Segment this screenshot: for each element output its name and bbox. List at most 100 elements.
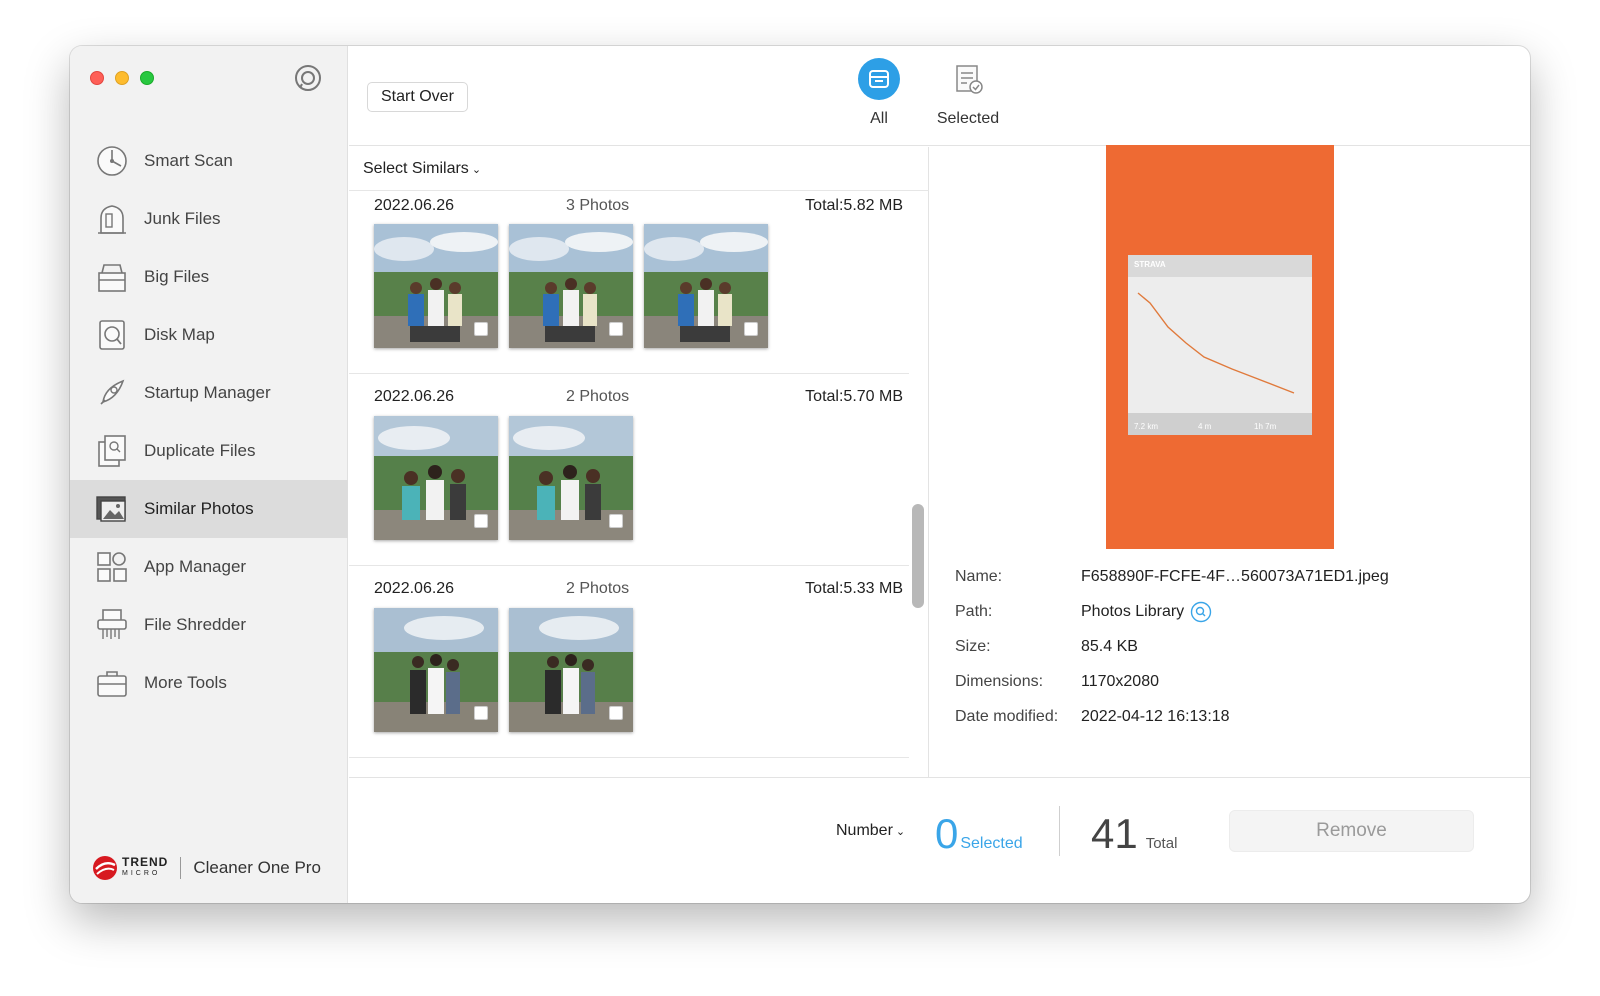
stat-elevation: 4 m [1198,422,1212,431]
group-total-size: Total:5.82 MB [805,197,903,214]
group-date: 2022.06.26 [374,197,455,214]
app-window: Smart Scan Junk Files Big Files Disk Map… [70,46,1530,903]
big-files-icon [94,259,130,295]
sidebar-nav: Smart Scan Junk Files Big Files Disk Map… [70,132,348,712]
chevron-down-icon: ⌄ [895,826,906,838]
reveal-in-finder-icon[interactable] [1190,601,1212,623]
similar-photos-icon [94,491,130,527]
zoom-window-button[interactable] [140,71,154,85]
photo-thumbnail[interactable] [644,224,768,348]
sidebar-item-label: App Manager [144,557,247,576]
photo-preview[interactable]: STRAVA 7.2 km 4 m 1h 7m [1106,145,1334,549]
rocket-icon [94,375,130,411]
sidebar-item-duplicate-files[interactable]: Duplicate Files [70,422,348,480]
file-name: F658890F-FCFE-4F…560073A71ED1.jpeg [1081,567,1389,585]
photo-group: 2022.06.26 2 Photos Total:5.33 MB [349,566,909,758]
product-name: Cleaner One Pro [193,858,321,877]
detail-row-size: Size: 85.4 KB [955,637,1138,655]
tab-selected-label: Selected [936,110,1000,127]
main-panel: Start Over All Selected Select Similars ⌄… [349,46,1530,903]
toolbar: Start Over All Selected [349,46,1530,146]
photo-checkbox[interactable] [609,322,623,336]
thumbnail-row [374,224,768,348]
all-items-icon [858,58,900,100]
sidebar-item-similar-photos[interactable]: Similar Photos [70,480,348,538]
sidebar-item-big-files[interactable]: Big Files [70,248,348,306]
group-count: 2 Photos [566,388,630,405]
stat-distance: 7.2 km [1134,422,1158,431]
sidebar: Smart Scan Junk Files Big Files Disk Map… [70,46,348,903]
group-count: 3 Photos [566,197,630,214]
close-window-button[interactable] [90,71,104,85]
toolbox-icon [94,665,130,701]
trend-micro-logo-icon [92,855,118,881]
sidebar-item-label: Startup Manager [144,383,271,402]
minimize-window-button[interactable] [115,71,129,85]
photo-checkbox[interactable] [744,322,758,336]
group-date: 2022.06.26 [374,580,455,597]
sidebar-item-disk-map[interactable]: Disk Map [70,306,348,364]
selected-label: Selected [960,835,1023,852]
photo-checkbox[interactable] [474,706,488,720]
photo-thumbnail[interactable] [374,416,498,540]
sidebar-item-junk-files[interactable]: Junk Files [70,190,348,248]
photo-thumbnail[interactable] [509,608,633,732]
group-total-size: Total:5.70 MB [805,388,903,405]
sort-dropdown[interactable]: Number ⌄ [836,822,905,840]
group-date: 2022.06.26 [374,388,455,405]
sidebar-item-label: Big Files [144,267,210,286]
file-path: Photos Library [1081,601,1212,623]
brand-footer: TREND MICRO Cleaner One Pro [92,855,321,881]
photo-checkbox[interactable] [609,514,623,528]
total-count: 41 [1091,810,1138,857]
photo-thumbnail[interactable] [374,608,498,732]
photo-group: 2022.06.26 3 Photos Total:5.82 MB [349,191,909,374]
sidebar-item-smart-scan[interactable]: Smart Scan [70,132,348,190]
file-size: 85.4 KB [1081,637,1138,655]
chevron-down-icon: ⌄ [471,164,482,176]
group-count: 2 Photos [566,580,630,597]
junk-files-icon [94,201,130,237]
photo-group: 2022.06.26 2 Photos Total:5.70 MB [349,374,909,566]
sidebar-item-label: File Shredder [144,615,247,634]
photo-thumbnail[interactable] [509,224,633,348]
tab-selected[interactable]: Selected [933,58,1003,128]
remove-button[interactable]: Remove [1229,810,1474,852]
groups-scroll-area[interactable]: 2022.06.26 3 Photos Total:5.82 MB 2022.0… [349,191,909,774]
detail-row-name: Name: F658890F-FCFE-4F…560073A71ED1.jpeg [955,567,1389,585]
sidebar-item-startup-manager[interactable]: Startup Manager [70,364,348,422]
duplicate-files-icon [94,433,130,469]
photo-thumbnail[interactable] [374,224,498,348]
group-total-size: Total:5.33 MB [805,580,903,597]
photo-checkbox[interactable] [474,514,488,528]
sidebar-item-more-tools[interactable]: More Tools [70,654,348,712]
start-over-button[interactable]: Start Over [367,82,468,112]
photo-checkbox[interactable] [609,706,623,720]
date-modified: 2022-04-12 16:13:18 [1081,707,1230,725]
sidebar-item-app-manager[interactable]: App Manager [70,538,348,596]
shredder-icon [94,607,130,643]
divider [1059,806,1060,856]
tab-all[interactable]: All [844,58,914,128]
thumbnail-row [374,416,633,540]
detail-row-dimensions: Dimensions: 1170x2080 [955,672,1159,690]
selected-counter: 0 Selected [935,812,1023,856]
smart-scan-icon [94,143,130,179]
total-counter: 41 Total [1091,812,1177,856]
sidebar-item-label: More Tools [144,673,227,692]
select-similars-dropdown[interactable]: Select Similars ⌄ [363,160,481,178]
list-scrollbar[interactable] [912,504,924,608]
image-dimensions: 1170x2080 [1081,672,1159,690]
detail-row-date-modified: Date modified: 2022-04-12 16:13:18 [955,707,1230,725]
app-manager-icon [94,549,130,585]
photo-thumbnail[interactable] [509,416,633,540]
photo-details: Name: F658890F-FCFE-4F…560073A71ED1.jpeg… [955,559,1389,734]
sidebar-item-label: Disk Map [144,325,215,344]
sidebar-item-label: Smart Scan [144,151,233,170]
support-icon[interactable] [294,64,322,92]
photo-checkbox[interactable] [474,322,488,336]
bottom-bar: Number ⌄ 0 Selected 41 Total Remove [349,777,1530,903]
thumbnail-row [374,608,633,732]
preview-route-graphic: STRAVA 7.2 km 4 m 1h 7m [1128,255,1312,435]
sidebar-item-file-shredder[interactable]: File Shredder [70,596,348,654]
